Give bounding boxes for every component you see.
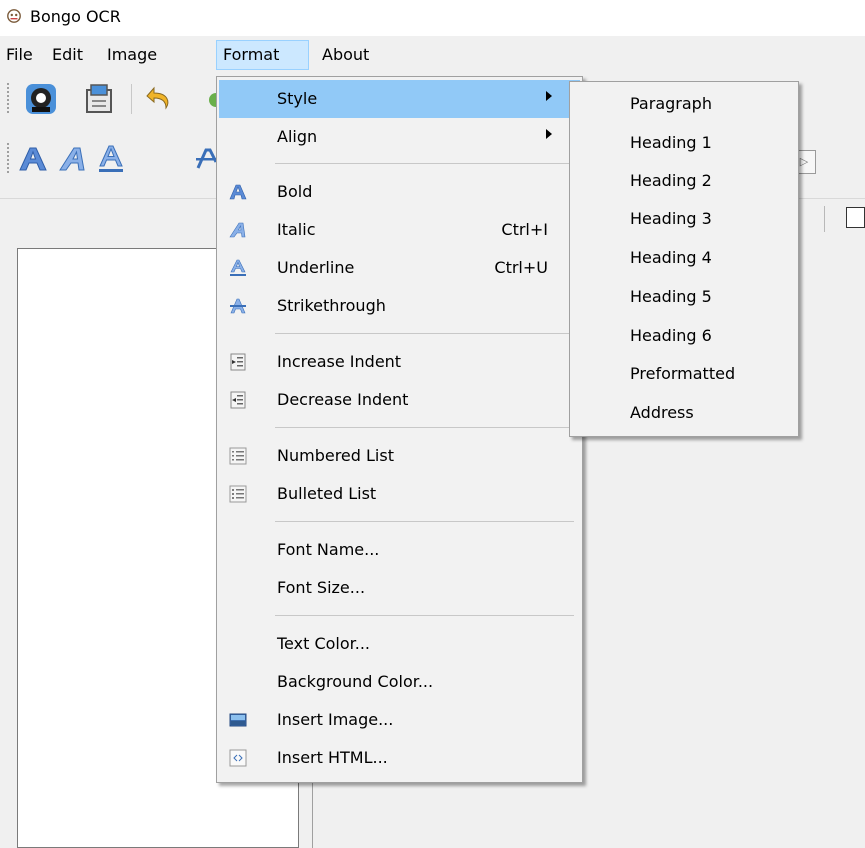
menu-item-font-size[interactable]: Font Size... (219, 569, 580, 607)
menu-item-label: Font Name... (277, 540, 380, 559)
submenu-item-preformatted[interactable]: Preformatted (630, 364, 735, 383)
menu-item-label: Decrease Indent (277, 390, 409, 409)
submenu-item-address[interactable]: Address (630, 403, 694, 422)
style-submenu: Paragraph Heading 1 Heading 2 Heading 3 … (569, 81, 799, 437)
menu-item-background-color[interactable]: Background Color... (219, 663, 580, 701)
menu-edit[interactable]: Edit (46, 40, 89, 70)
submenu-item-heading-2[interactable]: Heading 2 (630, 171, 712, 190)
submenu-arrow-icon (546, 91, 552, 101)
insert-image-icon (229, 713, 247, 727)
toolbar-separator-right (824, 206, 825, 232)
submenu-item-heading-1[interactable]: Heading 1 (630, 133, 712, 152)
insert-html-icon (229, 749, 247, 767)
toolbar-grip-2[interactable] (6, 142, 10, 174)
menu-item-numbered-list[interactable]: Numbered List (219, 437, 580, 475)
increase-indent-icon (230, 353, 246, 371)
menu-item-style[interactable]: Style (219, 80, 580, 118)
checkbox[interactable] (846, 207, 865, 228)
menu-item-increase-indent[interactable]: Increase Indent (219, 343, 580, 381)
format-menu: Style Align Bold Italic Ctrl+I Underline… (216, 76, 583, 783)
menu-separator (275, 615, 574, 616)
title-bar: Bongo OCR (0, 0, 865, 36)
menu-format[interactable]: Format (216, 40, 309, 70)
menu-item-italic[interactable]: Italic Ctrl+I (219, 211, 580, 249)
open-file-icon[interactable] (82, 82, 116, 116)
window-title: Bongo OCR (30, 7, 121, 26)
underline-format-icon[interactable] (96, 144, 126, 174)
menu-item-label: Align (277, 127, 318, 146)
decrease-indent-icon (230, 391, 246, 409)
menu-item-insert-html[interactable]: Insert HTML... (219, 739, 580, 777)
app-logo-icon (7, 9, 21, 23)
menu-separator (275, 333, 574, 334)
menu-item-bold[interactable]: Bold (219, 173, 580, 211)
numbered-list-icon (229, 447, 247, 465)
menu-item-label: Insert HTML... (277, 748, 388, 767)
submenu-item-paragraph[interactable]: Paragraph (630, 94, 712, 113)
menu-item-label: Insert Image... (277, 710, 394, 729)
toolbar-separator (131, 84, 132, 114)
menu-item-label: Italic (277, 220, 316, 239)
menu-item-label: Bulleted List (277, 484, 377, 503)
menu-item-label: Numbered List (277, 446, 394, 465)
menu-item-insert-image[interactable]: Insert Image... (219, 701, 580, 739)
shortcut-label: Ctrl+I (501, 220, 548, 239)
menu-separator (275, 163, 574, 164)
undo-icon[interactable] (144, 82, 178, 116)
menu-file[interactable]: File (0, 40, 39, 70)
menu-item-label: Background Color... (277, 672, 434, 691)
menu-image[interactable]: Image (101, 40, 163, 70)
menu-item-label: Text Color... (277, 634, 371, 653)
italic-icon (229, 222, 246, 238)
menu-item-align[interactable]: Align (219, 118, 580, 156)
menu-separator (275, 427, 574, 428)
menu-item-label: Increase Indent (277, 352, 402, 371)
strikethrough-format-icon[interactable] (196, 148, 216, 170)
submenu-item-heading-5[interactable]: Heading 5 (630, 287, 712, 306)
menu-item-font-name[interactable]: Font Name... (219, 531, 580, 569)
bold-icon (229, 184, 247, 200)
submenu-item-heading-4[interactable]: Heading 4 (630, 248, 712, 267)
menu-about[interactable]: About (316, 40, 375, 70)
strikethrough-icon (230, 298, 246, 314)
bold-format-icon[interactable] (18, 146, 48, 172)
webcam-icon[interactable] (24, 82, 58, 116)
menu-item-bulleted-list[interactable]: Bulleted List (219, 475, 580, 513)
submenu-arrow-icon (546, 129, 552, 139)
underline-icon (230, 259, 246, 276)
menu-bar: File Edit Image Format About (0, 38, 865, 70)
menu-item-label: Strikethrough (277, 296, 386, 315)
submenu-item-heading-6[interactable]: Heading 6 (630, 326, 712, 345)
menu-item-label: Font Size... (277, 578, 366, 597)
menu-item-text-color[interactable]: Text Color... (219, 625, 580, 663)
shortcut-label: Ctrl+U (494, 258, 548, 277)
menu-item-decrease-indent[interactable]: Decrease Indent (219, 381, 580, 419)
menu-item-label: Underline (277, 258, 355, 277)
submenu-item-heading-3[interactable]: Heading 3 (630, 209, 712, 228)
menu-separator (275, 521, 574, 522)
bulleted-list-icon (229, 485, 247, 503)
italic-format-icon[interactable] (58, 146, 88, 172)
menu-item-label: Bold (277, 182, 313, 201)
menu-item-strikethrough[interactable]: Strikethrough (219, 287, 580, 325)
menu-item-underline[interactable]: Underline Ctrl+U (219, 249, 580, 287)
toolbar-grip[interactable] (6, 82, 10, 114)
menu-item-label: Style (277, 89, 318, 108)
